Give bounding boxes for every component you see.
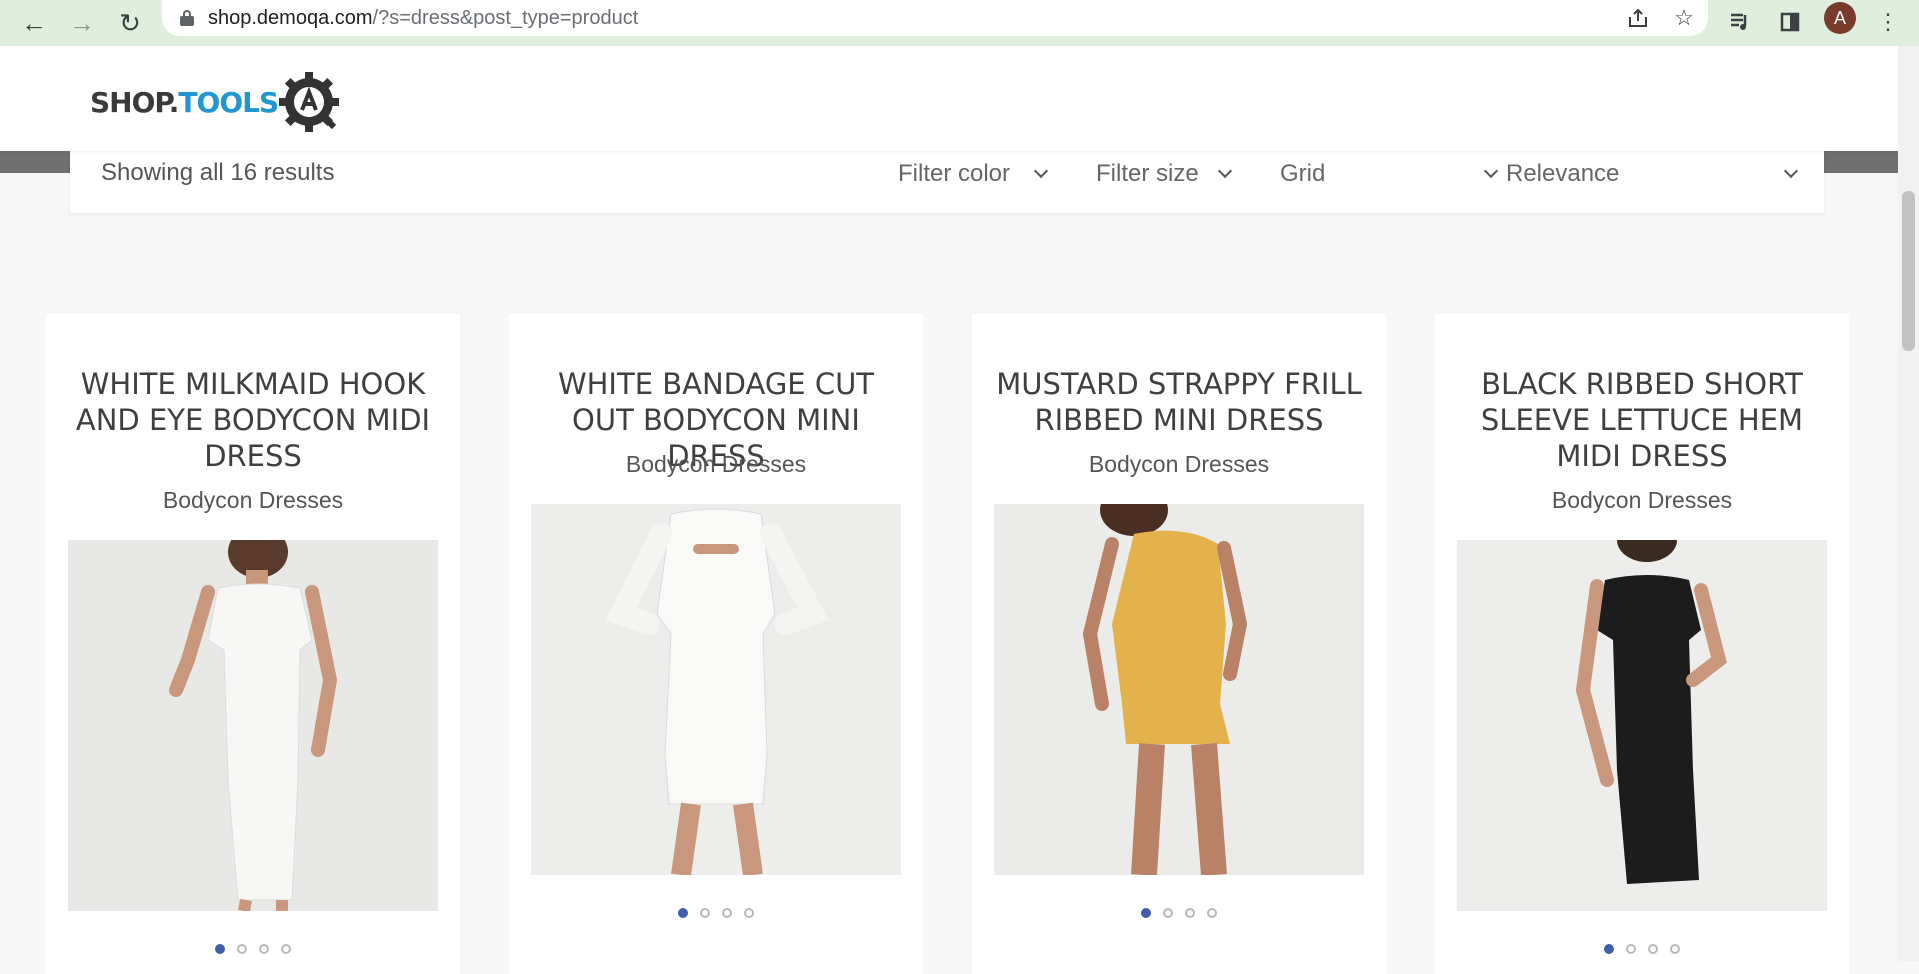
product-category[interactable]: Bodycon Dresses bbox=[46, 487, 460, 514]
product-title[interactable]: BLACK RIBBED SHORT SLEEVE LETTUCE HEM MI… bbox=[1455, 366, 1829, 474]
logo-text-tools: TOOLS bbox=[178, 85, 279, 119]
carousel-dot[interactable] bbox=[215, 944, 225, 954]
product-card[interactable]: MUSTARD STRAPPY FRILL RIBBED MINI DRESS … bbox=[972, 314, 1386, 974]
results-count: Showing all 16 results bbox=[101, 159, 335, 186]
carousel-dot[interactable] bbox=[1141, 908, 1151, 918]
carousel-dot[interactable] bbox=[1604, 944, 1614, 954]
carousel-dot[interactable] bbox=[1648, 944, 1658, 954]
product-title[interactable]: WHITE MILKMAID HOOK AND EYE BODYCON MIDI… bbox=[66, 366, 440, 474]
product-card[interactable]: WHITE MILKMAID HOOK AND EYE BODYCON MIDI… bbox=[46, 314, 460, 974]
image-carousel-dots bbox=[972, 908, 1386, 918]
carousel-dot[interactable] bbox=[722, 908, 732, 918]
logo-text-shop: SHOP. bbox=[90, 85, 179, 119]
gear-icon bbox=[279, 72, 340, 132]
browser-toolbar: ← → ↻ shop.demoqa.com/?s=dress&post_type… bbox=[0, 0, 1919, 47]
chevron-down-icon bbox=[1783, 163, 1799, 179]
product-category[interactable]: Bodycon Dresses bbox=[972, 451, 1386, 478]
header-shadow-right bbox=[1824, 151, 1898, 173]
carousel-dot[interactable] bbox=[1626, 944, 1636, 954]
scrollbar-thumb[interactable] bbox=[1902, 191, 1915, 351]
product-image[interactable] bbox=[1457, 540, 1827, 911]
url-host: shop.demoqa.com bbox=[208, 6, 373, 29]
product-image[interactable] bbox=[531, 504, 901, 875]
carousel-dot[interactable] bbox=[1185, 908, 1195, 918]
carousel-dot[interactable] bbox=[281, 944, 291, 954]
carousel-dot[interactable] bbox=[678, 908, 688, 918]
view-mode-label: Grid bbox=[1280, 160, 1326, 187]
chevron-down-icon bbox=[1217, 163, 1233, 179]
profile-avatar[interactable]: A bbox=[1824, 2, 1856, 34]
chevron-down-icon bbox=[1483, 163, 1499, 179]
carousel-dot[interactable] bbox=[1207, 908, 1217, 918]
header-shadow-left bbox=[0, 151, 70, 173]
media-icon[interactable] bbox=[1722, 4, 1758, 40]
star-icon[interactable]: ☆ bbox=[1668, 4, 1700, 32]
filter-bar: Showing all 16 results Filter color Filt… bbox=[70, 151, 1824, 213]
site-logo[interactable]: SHOP.TOOLS bbox=[90, 70, 342, 134]
carousel-dot[interactable] bbox=[744, 908, 754, 918]
forward-arrow-icon[interactable]: → bbox=[62, 3, 102, 43]
page-scrollbar[interactable] bbox=[1898, 46, 1919, 961]
back-arrow-icon[interactable]: ← bbox=[14, 3, 54, 43]
image-carousel-dots bbox=[509, 908, 923, 918]
filter-size-label: Filter size bbox=[1096, 160, 1199, 187]
view-mode-select[interactable]: Grid bbox=[1280, 159, 1499, 189]
reload-icon[interactable]: ↻ bbox=[110, 3, 150, 43]
carousel-dot[interactable] bbox=[1163, 908, 1173, 918]
url-text[interactable]: shop.demoqa.com/?s=dress&post_type=produ… bbox=[208, 7, 638, 30]
filter-size-select[interactable]: Filter size bbox=[1096, 159, 1233, 189]
url-path: /?s=dress&post_type=product bbox=[372, 6, 639, 29]
sort-label: Relevance bbox=[1506, 160, 1620, 187]
image-carousel-dots bbox=[1435, 944, 1849, 954]
address-bar[interactable]: shop.demoqa.com/?s=dress&post_type=produ… bbox=[162, 0, 1708, 36]
product-image[interactable] bbox=[68, 540, 438, 911]
product-category[interactable]: Bodycon Dresses bbox=[1435, 487, 1849, 514]
carousel-dot[interactable] bbox=[700, 908, 710, 918]
filter-color-select[interactable]: Filter color bbox=[898, 159, 1049, 189]
carousel-dot[interactable] bbox=[237, 944, 247, 954]
share-icon[interactable] bbox=[1622, 4, 1654, 32]
chevron-down-icon bbox=[1033, 163, 1049, 179]
menu-icon[interactable]: ⋮ bbox=[1870, 4, 1906, 40]
carousel-dot[interactable] bbox=[1670, 944, 1680, 954]
product-category[interactable]: Bodycon Dresses bbox=[509, 451, 923, 478]
product-title[interactable]: MUSTARD STRAPPY FRILL RIBBED MINI DRESS bbox=[992, 366, 1366, 438]
carousel-dot[interactable] bbox=[259, 944, 269, 954]
filter-color-label: Filter color bbox=[898, 160, 1011, 187]
lock-icon[interactable] bbox=[180, 10, 194, 26]
image-carousel-dots bbox=[46, 944, 460, 954]
site-header: SHOP.TOOLS bbox=[0, 46, 1898, 151]
sort-select[interactable]: Relevance bbox=[1506, 159, 1799, 189]
side-panel-icon[interactable] bbox=[1772, 4, 1808, 40]
product-card[interactable]: BLACK RIBBED SHORT SLEEVE LETTUCE HEM MI… bbox=[1435, 314, 1849, 974]
product-card[interactable]: WHITE BANDAGE CUT OUT BODYCON MINI DRESS… bbox=[509, 314, 923, 974]
product-image[interactable] bbox=[994, 504, 1364, 875]
